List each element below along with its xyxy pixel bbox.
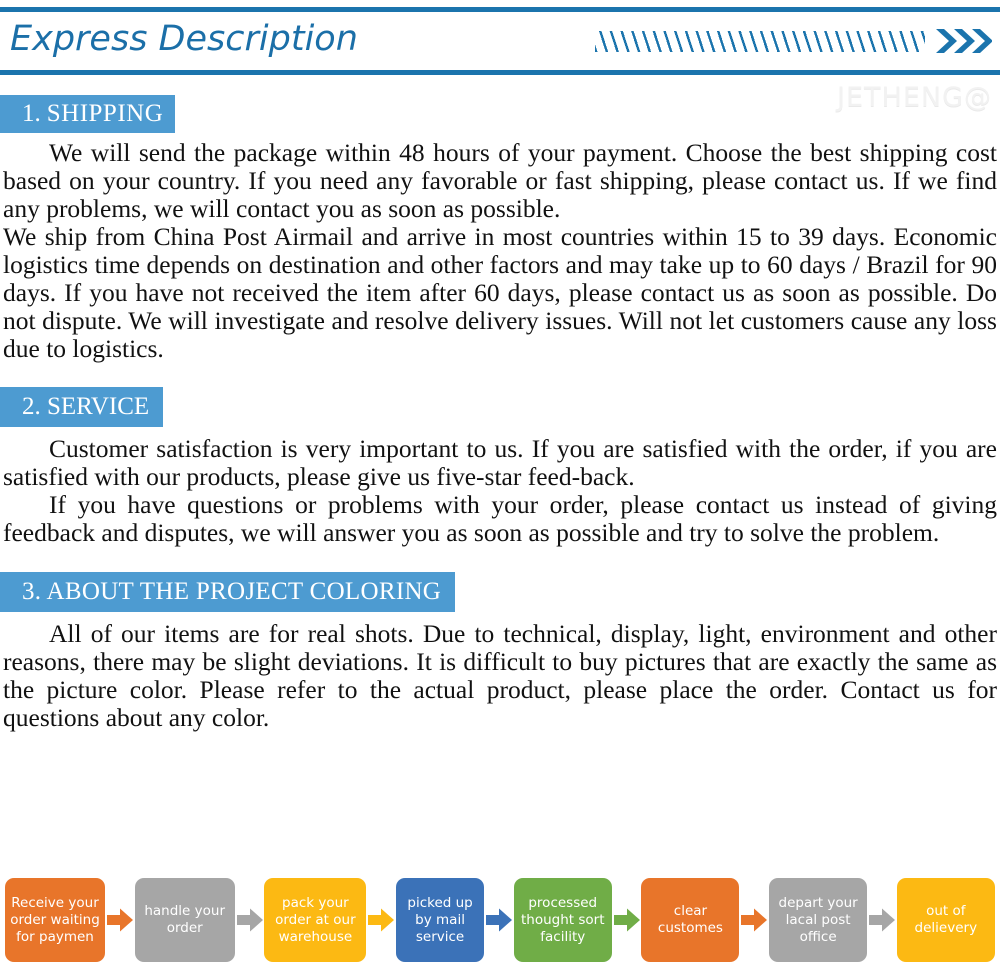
header-decoration bbox=[595, 26, 992, 56]
flow-step-label: pack your order at our warehouse bbox=[275, 894, 356, 945]
flow-step-label: processed thought sort facility bbox=[520, 894, 605, 945]
section-number: 1. bbox=[22, 100, 41, 127]
arrow-right-icon bbox=[613, 907, 641, 933]
flow-step: Receive your order waiting for paymen bbox=[5, 878, 105, 962]
shipping-paragraph-2: We ship from China Post Airmail and arri… bbox=[0, 223, 1000, 363]
coloring-paragraph-1: All of our items are for real shots. Due… bbox=[0, 620, 1000, 732]
flow-step: clear customes bbox=[641, 878, 740, 962]
flow-step-label: handle your order bbox=[144, 903, 226, 936]
paragraph-text: We will send the package within 48 hours… bbox=[3, 138, 997, 223]
section-heading-shipping: 1. SHIPPING bbox=[0, 95, 176, 133]
shipping-process-flowchart: Receive your order waiting for paymen han… bbox=[5, 870, 995, 970]
description-content: 1. SHIPPING We will send the package with… bbox=[0, 80, 1000, 732]
flow-step: depart your lacal post office bbox=[769, 878, 868, 962]
paragraph-text: We ship from China Post Airmail and arri… bbox=[3, 222, 997, 363]
section-heading-coloring: 3. ABOUT THE PROJECT COLORING bbox=[0, 572, 456, 612]
section-title: SHIPPING bbox=[46, 100, 164, 127]
flow-step-label: out of delievery bbox=[914, 903, 978, 936]
service-paragraph-2: If you have questions or problems with y… bbox=[0, 491, 1000, 547]
paragraph-text: All of our items are for real shots. Due… bbox=[3, 619, 997, 732]
paragraph-text: If you have questions or problems with y… bbox=[3, 490, 997, 547]
arrow-right-icon bbox=[236, 907, 264, 933]
page-header: Express Description bbox=[0, 0, 1000, 80]
flow-step: out of delievery bbox=[896, 878, 995, 962]
paragraph-text: Customer satisfaction is very important … bbox=[3, 434, 997, 491]
flow-step-label: depart your lacal post office bbox=[778, 894, 858, 945]
section-heading-service: 2. SERVICE bbox=[0, 387, 164, 427]
header-rule-top bbox=[0, 7, 1000, 12]
header-rule-bottom bbox=[0, 70, 1000, 75]
arrow-right-icon bbox=[740, 907, 768, 933]
arrow-right-icon bbox=[868, 907, 896, 933]
arrow-right-icon bbox=[485, 907, 513, 933]
page-title: Express Description bbox=[10, 19, 358, 59]
flow-step: handle your order bbox=[134, 878, 235, 962]
triple-chevron-right-icon bbox=[934, 26, 992, 56]
flow-step: processed thought sort facility bbox=[513, 878, 612, 962]
flow-step: picked up by mail service bbox=[396, 878, 485, 962]
arrow-right-icon bbox=[106, 907, 134, 933]
shipping-paragraph-1: We will send the package within 48 hours… bbox=[0, 139, 1000, 223]
flow-step-label: Receive your order waiting for paymen bbox=[10, 894, 100, 945]
hatch-lines-icon bbox=[595, 30, 925, 52]
flow-step: pack your order at our warehouse bbox=[264, 878, 367, 962]
arrow-right-icon bbox=[367, 907, 395, 933]
flow-step-label: picked up by mail service bbox=[407, 894, 473, 945]
flow-step-label: clear customes bbox=[657, 903, 723, 936]
service-paragraph-1: Customer satisfaction is very important … bbox=[0, 435, 1000, 491]
